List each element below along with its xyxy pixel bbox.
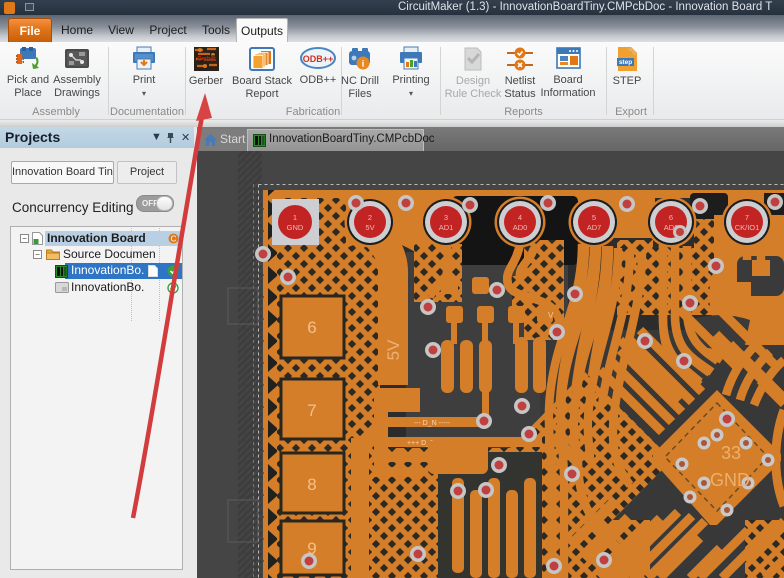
svg-text:4: 4 [518,213,522,222]
svg-text:6: 6 [307,318,316,337]
svg-text:8: 8 [307,475,316,494]
svg-text:step: step [619,59,632,66]
svg-text:3: 3 [444,213,448,222]
svg-text:6: 6 [669,213,673,222]
svg-text:AD7: AD7 [587,223,602,232]
svg-text:C: C [171,235,177,244]
svg-text:AD1: AD1 [439,223,454,232]
svg-text:--- D_N -----: --- D_N ----- [414,420,451,427]
svg-text:GND: GND [287,223,304,232]
svg-text:5: 5 [592,213,596,222]
svg-text:5V: 5V [365,223,374,232]
svg-text:ODB++: ODB++ [303,54,334,64]
svg-text:5V: 5V [384,339,403,360]
svg-text:V: V [548,311,554,320]
svg-text:2: 2 [368,213,372,222]
svg-text:7: 7 [745,213,749,222]
svg-text:33: 33 [721,443,741,463]
svg-text:7: 7 [307,401,316,420]
svg-text:CK/IO1: CK/IO1 [735,223,760,232]
svg-text:1: 1 [293,213,297,222]
svg-text:GND: GND [710,470,750,490]
svg-text:AD0: AD0 [513,223,528,232]
svg-text:Gerber: Gerber [197,57,216,63]
